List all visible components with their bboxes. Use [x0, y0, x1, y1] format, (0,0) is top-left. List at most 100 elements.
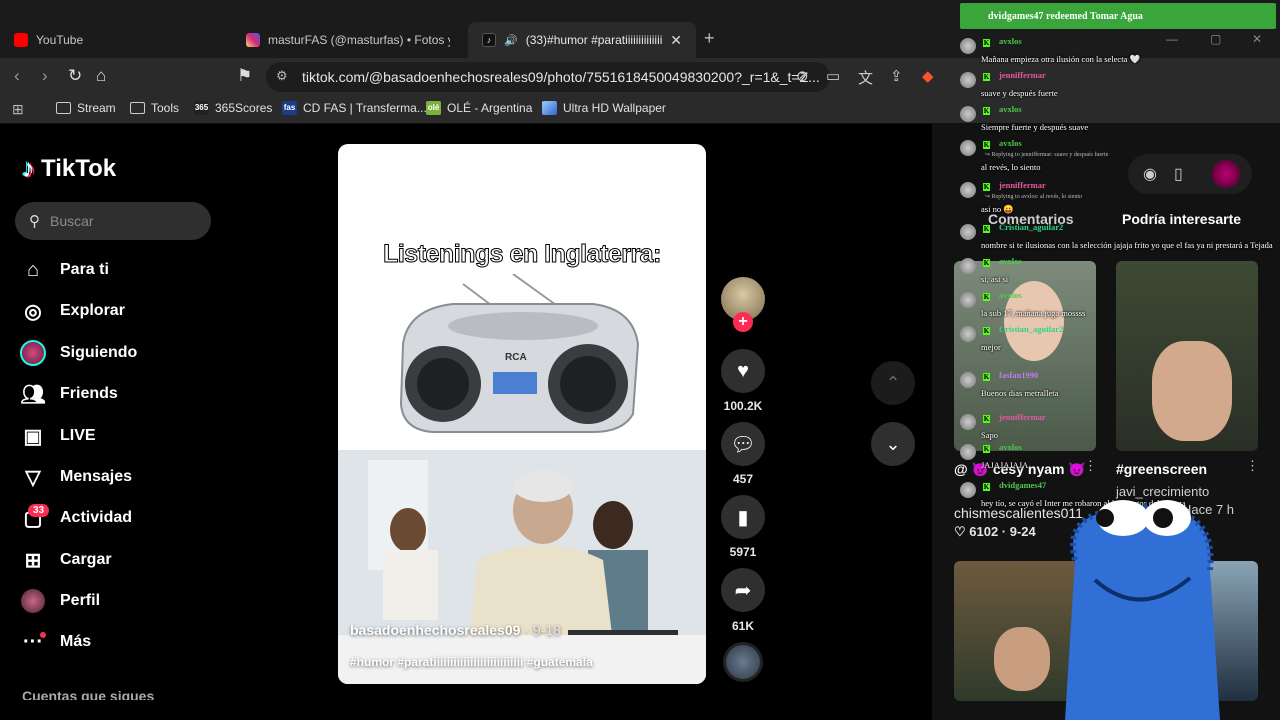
bookmark-ole[interactable]: olé OLÉ - Argentina [426, 101, 532, 115]
post-date: · 9-18 [524, 622, 561, 638]
home-icon: ⌂ [26, 258, 40, 281]
activity-count-badge: 33 [28, 504, 50, 517]
photo-post[interactable]: RCA Listenings en Inglaterra: basadoenhe… [338, 144, 706, 684]
chat-username[interactable]: dvidgames47 [999, 480, 1046, 490]
nav-label: Explorar [60, 302, 125, 319]
bookmark-365scores[interactable]: 365 365Scores [194, 101, 272, 115]
chat-username[interactable]: avxlos [999, 442, 1022, 452]
avatar-icon [20, 340, 46, 366]
previous-video-button[interactable]: ⌃ [871, 361, 915, 405]
brave-shield-icon[interactable]: ◆ [922, 67, 934, 85]
share-icon[interactable]: ⇪ [890, 67, 903, 85]
chat-username[interactable]: fasfan1990 [999, 370, 1038, 380]
chat-message-text: la sub 17, mañana juga mossss [981, 308, 1086, 318]
bookmark-ultra-hd[interactable]: Ultra HD Wallpaper [542, 101, 666, 115]
chat-username[interactable]: avxlos [999, 256, 1022, 266]
post-author[interactable]: basadoenhechosreales09 · 9-18 [350, 622, 561, 638]
nav-label: Mensajes [60, 468, 133, 485]
chat-avatar [960, 106, 976, 122]
post-hashtags[interactable]: #humor #paratiiiiiiiiiiiiiiiiiiiiiiiiiii… [350, 655, 593, 669]
chat-username[interactable]: Cristian_aguilar2 [999, 324, 1063, 334]
nav-label: Friends [60, 385, 118, 402]
chat-message-text: suave y después fuerte [981, 88, 1058, 98]
chat-username[interactable]: jenniffermar [999, 412, 1046, 422]
apps-grid-icon[interactable]: ⊞ [12, 101, 24, 118]
bookmark-cd-fas[interactable]: fas CD FAS | Transferma... [282, 101, 427, 115]
kick-badge-icon: K [983, 107, 990, 115]
address-bar[interactable]: ⚙ tiktok.com/@basadoenhechosreales09/pho… [266, 62, 830, 92]
nav-siguiendo[interactable]: Siguiendo [20, 340, 137, 366]
chevron-down-icon: ⌄ [885, 433, 901, 454]
forward-icon[interactable]: › [42, 66, 48, 86]
save-button[interactable]: ▮ [721, 495, 765, 539]
tab-instagram[interactable]: masturFAS (@masturfas) • Fotos y vid [232, 22, 464, 58]
comment-button[interactable]: 💬︎ [721, 422, 765, 466]
post-overlay-title: Listenings en Inglaterra: [383, 240, 662, 269]
next-video-button[interactable]: ⌄ [871, 422, 915, 466]
kick-badge-icon: K [983, 141, 990, 149]
tab-title: masturFAS (@masturfas) • Fotos y vid [268, 33, 450, 47]
new-tab-button[interactable]: + [704, 28, 715, 49]
nav-explorar[interactable]: ◎ Explorar [20, 298, 125, 324]
chat-username[interactable]: avxlos [999, 36, 1022, 46]
no-cast-icon[interactable]: ⊘ [796, 67, 809, 85]
share-button[interactable]: ➦ [721, 568, 765, 612]
instagram-favicon-icon [246, 33, 260, 47]
nav-mas[interactable]: ··· Más [20, 629, 91, 655]
search-input[interactable] [50, 213, 190, 229]
tab-tiktok[interactable]: ♪ 🔊 (33)#humor #paratiiiiiiiiiiiiiiiii ✕ [468, 22, 696, 58]
comment-count: 457 [732, 472, 754, 486]
like-button[interactable]: ♥ [721, 349, 765, 393]
bookmark-icon: ▮ [737, 506, 749, 529]
bookmark-stream[interactable]: Stream [56, 101, 116, 115]
reload-icon[interactable]: ↻ [68, 66, 82, 86]
nav-cargar[interactable]: ⊞ Cargar [20, 547, 112, 573]
home-icon[interactable]: ⌂ [96, 66, 106, 86]
bookmark-page-icon[interactable]: ⚑ [237, 66, 252, 86]
chat-message-text: mejor [981, 342, 1001, 352]
youtube-favicon-icon [14, 33, 28, 47]
nav-mensajes[interactable]: ▽ Mensajes [20, 464, 132, 490]
tiktok-note-icon: ♪ [22, 153, 35, 183]
plus-square-icon: ⊞ [24, 549, 42, 572]
kick-badge-icon: K [983, 445, 990, 453]
translate-icon[interactable]: 文 [858, 67, 873, 88]
post-username[interactable]: basadoenhechosreales09 [350, 622, 520, 638]
chat-avatar [960, 182, 976, 198]
kick-badge-icon: K [983, 415, 990, 423]
chat-username[interactable]: avxlos [999, 138, 1022, 148]
nav-live[interactable]: ▣ LIVE [20, 423, 96, 449]
close-tab-icon[interactable]: ✕ [670, 32, 682, 49]
back-icon[interactable]: ‹ [14, 66, 20, 86]
music-disc-icon[interactable] [723, 642, 763, 682]
search-box[interactable]: ⚲ [15, 202, 211, 240]
chat-message-text: asi no 😛 [981, 204, 1014, 214]
cast-icon[interactable]: ▭ [826, 67, 840, 85]
speaker-icon[interactable]: 🔊 [504, 34, 518, 47]
tiktok-logo[interactable]: ♪ TikTok [22, 153, 116, 184]
follow-plus-icon[interactable]: + [733, 312, 753, 332]
tab-youtube[interactable]: YouTube [0, 22, 232, 58]
nav-para-ti[interactable]: ⌂ Para ti [20, 257, 109, 283]
chat-avatar [960, 38, 976, 54]
kick-badge-icon: K [983, 259, 990, 267]
chat-username[interactable]: avxlos [999, 290, 1022, 300]
site-settings-icon[interactable]: ⚙ [276, 68, 288, 84]
chat-username[interactable]: jenniffermar [999, 70, 1046, 80]
share-arrow-icon: ➦ [734, 579, 752, 602]
svg-text:RCA: RCA [505, 352, 527, 363]
logo-text: TikTok [41, 154, 117, 182]
profile-avatar-icon [20, 588, 46, 614]
chevron-up-icon: ⌃ [885, 372, 901, 393]
card1-stats: ♡ 6102 · 9-24 [954, 524, 1036, 539]
chat-username[interactable]: Cristian_aguilar2 [999, 222, 1063, 232]
chat-username[interactable]: jenniffermar [999, 180, 1046, 190]
nav-perfil[interactable]: Perfil [20, 588, 100, 614]
nav-friends[interactable]: 👥︎ Friends [20, 381, 118, 407]
chat-username[interactable]: avxlos [999, 104, 1022, 114]
bookmark-tools[interactable]: Tools [130, 101, 179, 115]
folder-icon [130, 102, 145, 114]
nav-label: Para ti [60, 261, 109, 278]
chat-avatar [960, 326, 976, 342]
redeem-notification: dvidgames47 redeemed Tomar Agua [960, 3, 1276, 29]
